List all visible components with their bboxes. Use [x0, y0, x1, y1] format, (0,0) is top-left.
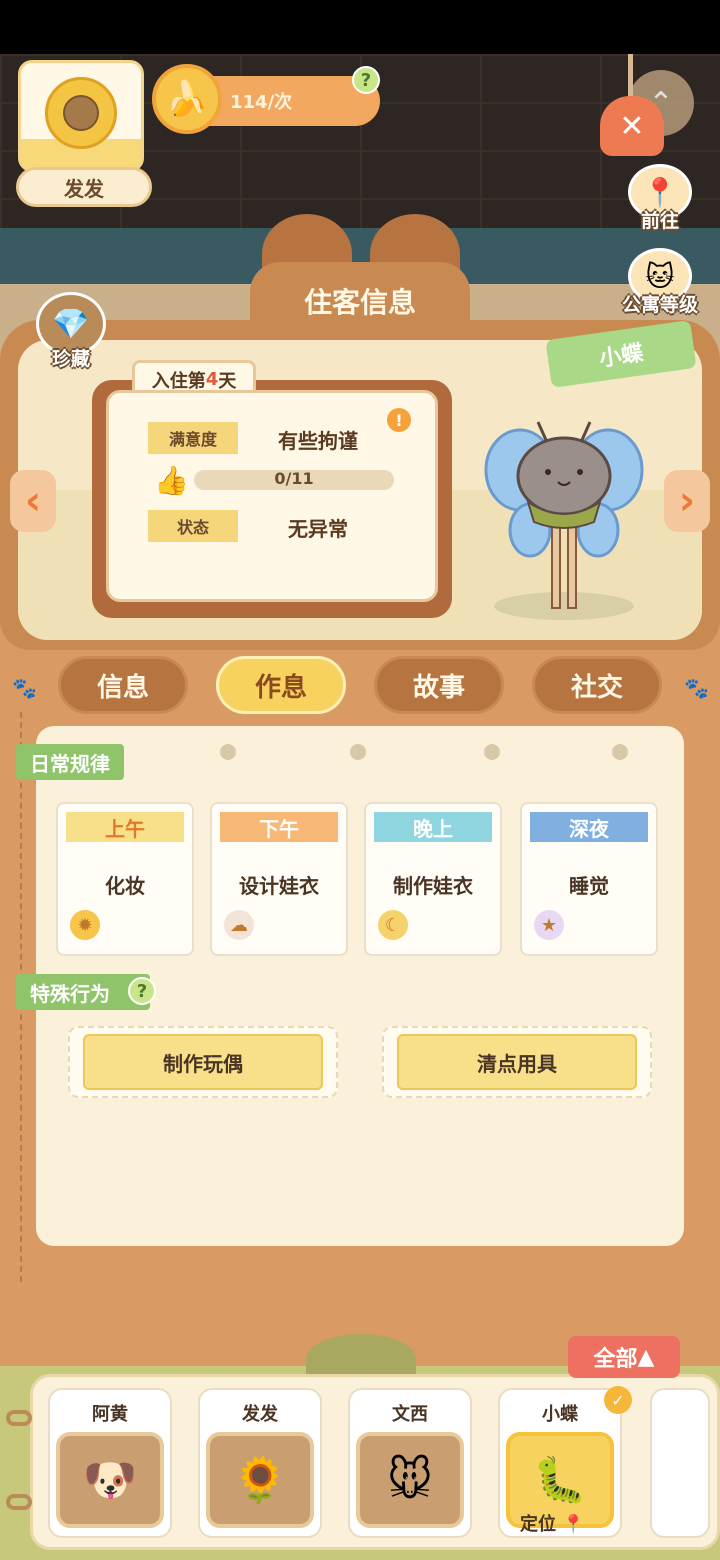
days-number: 4 — [205, 369, 219, 390]
banana-rate: 114/次 — [230, 92, 293, 113]
routine-section-title: 日常规律 — [16, 744, 124, 780]
satisfaction-value: 有些拘谨 — [278, 429, 358, 453]
filter-label: 全部 — [593, 1347, 638, 1372]
triangle-up-icon: ▲ — [637, 1344, 655, 1370]
close-button[interactable]: ✕ — [600, 96, 664, 156]
tab-0[interactable]: 信息 — [58, 656, 188, 714]
player-avatar[interactable] — [18, 60, 144, 172]
selected-check-icon: ✓ — [604, 1386, 632, 1414]
special-action-card: 清点用具 — [382, 1026, 652, 1098]
paper-hole — [484, 744, 500, 760]
schedule-card: 深夜睡觉 ★ — [520, 802, 658, 956]
schedule-card: 上午化妆 ✹ — [56, 802, 194, 956]
resident-portrait: 🌻 — [206, 1432, 314, 1528]
schedule-period: 上午 — [66, 812, 184, 842]
status-value: 无异常 — [288, 517, 348, 541]
rope — [628, 54, 633, 98]
player-name[interactable]: 发发 — [16, 167, 152, 207]
tab-1[interactable]: 作息 — [216, 656, 346, 714]
resident-card[interactable]: 文西 🐭 — [348, 1388, 472, 1538]
resident-card[interactable]: 发发 🌻 — [198, 1388, 322, 1538]
resident-name: 文西 — [392, 1404, 428, 1425]
locate-button[interactable]: 定位 📍 — [520, 1510, 585, 1536]
special-action-card: 制作玩偶 — [68, 1026, 338, 1098]
filter-all-button[interactable]: 全部 ▲ — [568, 1336, 680, 1378]
help-icon[interactable]: ? — [352, 66, 380, 94]
location-pin-icon: 📍 — [562, 1514, 585, 1535]
schedule-card: 下午设计娃衣 ☁ — [210, 802, 348, 956]
star-icon: ★ — [534, 910, 564, 940]
goto-button[interactable]: 📍 前往 — [620, 164, 700, 233]
resident-portrait: 🐶 — [56, 1432, 164, 1528]
status-label: 状态 — [148, 510, 238, 542]
binder-ring — [6, 1410, 32, 1426]
resident-name: 小蝶 — [542, 1404, 578, 1425]
butterfly-guest-character — [484, 421, 644, 620]
close-icon: ✕ — [619, 108, 645, 144]
resident-card[interactable]: 阿黄 🐶 — [48, 1388, 172, 1538]
alert-icon[interactable]: ! — [387, 408, 411, 432]
tab-3[interactable]: 社交 — [532, 656, 662, 714]
apartment-level-label: 公寓等级 — [621, 294, 698, 316]
satisfaction-label: 满意度 — [148, 422, 238, 454]
resident-portrait: 🐭 — [356, 1432, 464, 1528]
schedule-period: 晚上 — [374, 812, 492, 842]
sun-icon: ✹ — [70, 910, 100, 940]
schedule-period: 下午 — [220, 812, 338, 842]
treasure-label: 珍藏 — [51, 348, 90, 370]
special-action-button[interactable]: 制作玩偶 — [83, 1034, 323, 1090]
paper-hole — [350, 744, 366, 760]
schedule-period: 深夜 — [530, 812, 648, 842]
apartment-level-button[interactable]: 🐱 公寓等级 — [612, 248, 708, 317]
locate-label: 定位 — [520, 1514, 556, 1535]
paper-hole — [612, 744, 628, 760]
days-suffix: 天 — [218, 370, 237, 392]
schedule-card: 晚上制作娃衣 ☾ — [364, 802, 502, 956]
resident-name: 阿黄 — [92, 1404, 128, 1425]
panel-title: 住客信息 — [250, 262, 470, 340]
paw-icon: 🐾 — [684, 676, 709, 700]
days-prefix: 入住第 — [151, 370, 206, 392]
treasure-button[interactable]: 💎 珍藏 — [28, 292, 114, 382]
moon-icon: ☾ — [378, 910, 408, 940]
paw-icon: 🐾 — [12, 676, 37, 700]
likes-progress-text: 0/11 — [274, 469, 314, 488]
schedule-activity: 制作娃衣 — [393, 874, 473, 898]
resident-name: 发发 — [242, 1404, 278, 1425]
prev-guest-button[interactable]: ‹ — [10, 470, 56, 532]
schedule-activity: 睡觉 — [569, 874, 609, 898]
help-icon[interactable]: ? — [128, 977, 156, 1005]
resident-card-partial[interactable] — [650, 1388, 710, 1538]
schedule-activity: 设计娃衣 — [239, 874, 319, 898]
tab-2[interactable]: 故事 — [374, 656, 504, 714]
binder-ring — [6, 1494, 32, 1510]
chevron-left-icon: ‹ — [24, 478, 42, 524]
thumbs-up-icon: 👍 — [154, 464, 189, 497]
paper-hole — [220, 744, 236, 760]
schedule-activity: 化妆 — [105, 874, 145, 898]
goto-label: 前往 — [640, 210, 679, 232]
status-bar — [0, 0, 720, 54]
banana-icon: 🍌 — [152, 64, 222, 134]
cloud-icon: ☁ — [224, 910, 254, 940]
chevron-right-icon: › — [678, 478, 696, 524]
next-guest-button[interactable]: › — [664, 470, 710, 532]
special-action-button[interactable]: 清点用具 — [397, 1034, 637, 1090]
sunflower-icon — [45, 77, 117, 149]
